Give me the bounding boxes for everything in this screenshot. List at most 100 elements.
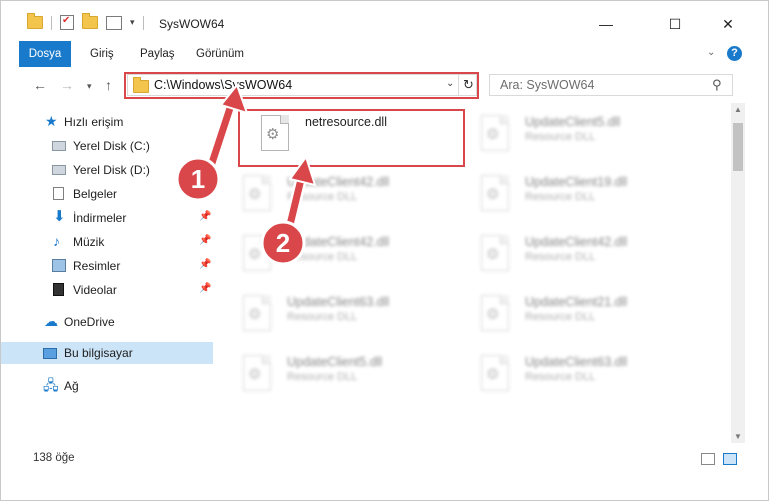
sidebar-item-onedrive[interactable]: ☁ OneDrive — [1, 311, 213, 333]
file-name: UpdateClient19.dll — [525, 175, 628, 189]
tab-view[interactable]: Görünüm — [196, 41, 244, 67]
gear-icon: ⚙ — [486, 246, 500, 263]
gear-icon: ⚙ — [486, 306, 500, 323]
dll-file-icon: ⚙ — [243, 295, 271, 331]
toolbar-separator — [51, 15, 52, 30]
sidebar-item-label: Müzik — [73, 235, 105, 249]
file-name: UpdateClient42.dll — [287, 175, 390, 189]
file-type: Resource DLL — [525, 251, 596, 263]
search-icon[interactable]: ⚲ — [712, 77, 722, 93]
sidebar-item-local-disk-c[interactable]: Yerel Disk (C:) — [1, 135, 213, 157]
sidebar-item-downloads[interactable]: ⬇ İndirmeler 📌 — [1, 207, 213, 229]
search-input[interactable]: Ara: SysWOW64 ⚲ — [489, 74, 733, 96]
tab-share[interactable]: Paylaş — [140, 41, 175, 67]
sidebar-item-this-pc[interactable]: Bu bilgisayar — [1, 342, 213, 364]
file-name: UpdateClient63.dll — [525, 355, 628, 369]
dll-file-icon: ⚙ — [481, 295, 509, 331]
toolbar-separator — [142, 15, 144, 30]
drive-icon — [52, 141, 66, 151]
file-name: UpdateClient5.dll — [287, 355, 383, 369]
sidebar-item-label: Ağ — [64, 379, 79, 393]
explorer-window: ▾ SysWOW64 — ☐ ✕ Dosya Giriş Paylaş Görü… — [0, 0, 769, 501]
properties-check-icon[interactable] — [60, 15, 74, 30]
dll-file-icon: ⚙ — [243, 355, 271, 391]
file-name: UpdateClient42.dll — [525, 235, 628, 249]
sidebar-item-documents[interactable]: Belgeler — [1, 183, 213, 205]
pin-icon[interactable]: 📌 — [199, 211, 211, 222]
dll-file-icon: ⚙ — [481, 115, 509, 151]
music-icon: ♪ — [53, 233, 60, 249]
folder-icon[interactable] — [27, 13, 43, 29]
tab-file[interactable]: Dosya — [19, 41, 71, 67]
file-type: Resource DLL — [525, 311, 596, 323]
up-arrow-icon[interactable]: ↑ — [105, 77, 112, 93]
vertical-scrollbar[interactable]: ▲ ▼ — [731, 103, 745, 443]
sidebar-item-local-disk-d[interactable]: Yerel Disk (D:) — [1, 159, 213, 181]
cloud-icon: ☁ — [44, 313, 58, 329]
window-title: SysWOW64 — [159, 17, 225, 31]
dll-file-icon: ⚙ — [243, 175, 271, 211]
file-item[interactable]: ⚙ UpdateClient42.dll Resource DLL — [459, 229, 684, 285]
pictures-icon — [52, 259, 66, 272]
file-name: UpdateClient5.dll — [525, 115, 621, 129]
close-button[interactable]: ✕ — [705, 9, 751, 39]
sidebar-item-videos[interactable]: Videolar 📌 — [1, 279, 213, 301]
downloads-icon: ⬇ — [53, 208, 66, 225]
rename-icon[interactable] — [106, 15, 122, 30]
new-folder-icon[interactable] — [82, 13, 98, 29]
sidebar-item-pictures[interactable]: Resimler 📌 — [1, 255, 213, 277]
file-item[interactable]: ⚙ UpdateClient21.dll Resource DLL — [459, 289, 684, 345]
navigation-pane: ★ Hızlı erişim Yerel Disk (C:) Yerel Dis… — [1, 103, 213, 443]
sidebar-item-label: Belgeler — [73, 187, 118, 201]
gear-icon: ⚙ — [486, 126, 500, 143]
minimize-button[interactable]: — — [583, 9, 629, 39]
file-item[interactable]: ⚙ UpdateClient63.dll Resource DLL — [221, 289, 446, 345]
sidebar-item-label: Resimler — [73, 259, 121, 273]
file-type: Resource DLL — [525, 191, 596, 203]
gear-icon: ⚙ — [486, 366, 500, 383]
file-type: Resource DLL — [525, 371, 596, 383]
file-item[interactable]: ⚙ UpdateClient63.dll Resource DLL — [459, 349, 684, 405]
file-item[interactable]: ⚙ UpdateClient19.dll Resource DLL — [459, 169, 684, 225]
file-item[interactable]: ⚙ UpdateClient42.dll Resource DLL — [221, 229, 446, 285]
scroll-up-icon[interactable]: ▲ — [734, 105, 742, 114]
dll-file-icon: ⚙ — [481, 355, 509, 391]
sidebar-item-music[interactable]: ♪ Müzik 📌 — [1, 231, 213, 253]
dll-file-icon: ⚙ — [481, 175, 509, 211]
qat-dropdown-icon[interactable]: ▾ — [130, 17, 135, 28]
pin-icon[interactable]: 📌 — [199, 235, 211, 246]
tab-home[interactable]: Giriş — [90, 41, 114, 67]
maximize-button[interactable]: ☐ — [652, 9, 698, 39]
file-item[interactable]: ⚙ UpdateClient42.dll Resource DLL — [221, 169, 446, 225]
sidebar-item-label: OneDrive — [64, 315, 115, 329]
dll-file-icon: ⚙ — [243, 235, 271, 271]
details-view-icon[interactable] — [701, 453, 715, 465]
back-arrow-icon[interactable]: ← — [33, 77, 47, 93]
videos-icon — [53, 283, 64, 296]
gear-icon: ⚙ — [248, 186, 262, 203]
file-type: Resource DLL — [287, 371, 358, 383]
sidebar-item-label: İndirmeler — [73, 211, 127, 225]
file-item[interactable]: ⚙ UpdateClient5.dll Resource DLL — [459, 109, 684, 165]
recent-locations-icon[interactable]: ▾ — [87, 81, 92, 92]
scroll-down-icon[interactable]: ▼ — [734, 431, 742, 443]
scrollbar-thumb[interactable] — [733, 123, 743, 171]
documents-icon — [53, 187, 64, 200]
file-item[interactable]: ⚙ UpdateClient5.dll Resource DLL — [221, 349, 446, 405]
tiles-view-icon[interactable] — [723, 453, 737, 465]
gear-icon: ⚙ — [486, 186, 500, 203]
item-count: 138 öğe — [33, 452, 75, 464]
gear-icon: ⚙ — [248, 246, 262, 263]
pin-icon[interactable]: 📌 — [199, 259, 211, 270]
sidebar-item-quick-access[interactable]: ★ Hızlı erişim — [1, 111, 213, 133]
gear-icon: ⚙ — [248, 306, 262, 323]
chevron-down-icon[interactable]: ⌄ — [707, 47, 715, 58]
ribbon-tabs: Dosya Giriş Paylaş Görünüm ⌄ ? — [1, 41, 768, 67]
address-highlight-box — [124, 72, 479, 99]
pin-icon[interactable]: 📌 — [199, 283, 211, 294]
sidebar-item-network[interactable]: 🖧 Ağ — [1, 375, 213, 397]
title-bar: ▾ SysWOW64 — ☐ ✕ — [1, 1, 768, 39]
computer-icon — [43, 348, 57, 359]
forward-arrow-icon[interactable]: → — [60, 77, 74, 93]
help-icon[interactable]: ? — [727, 46, 742, 61]
